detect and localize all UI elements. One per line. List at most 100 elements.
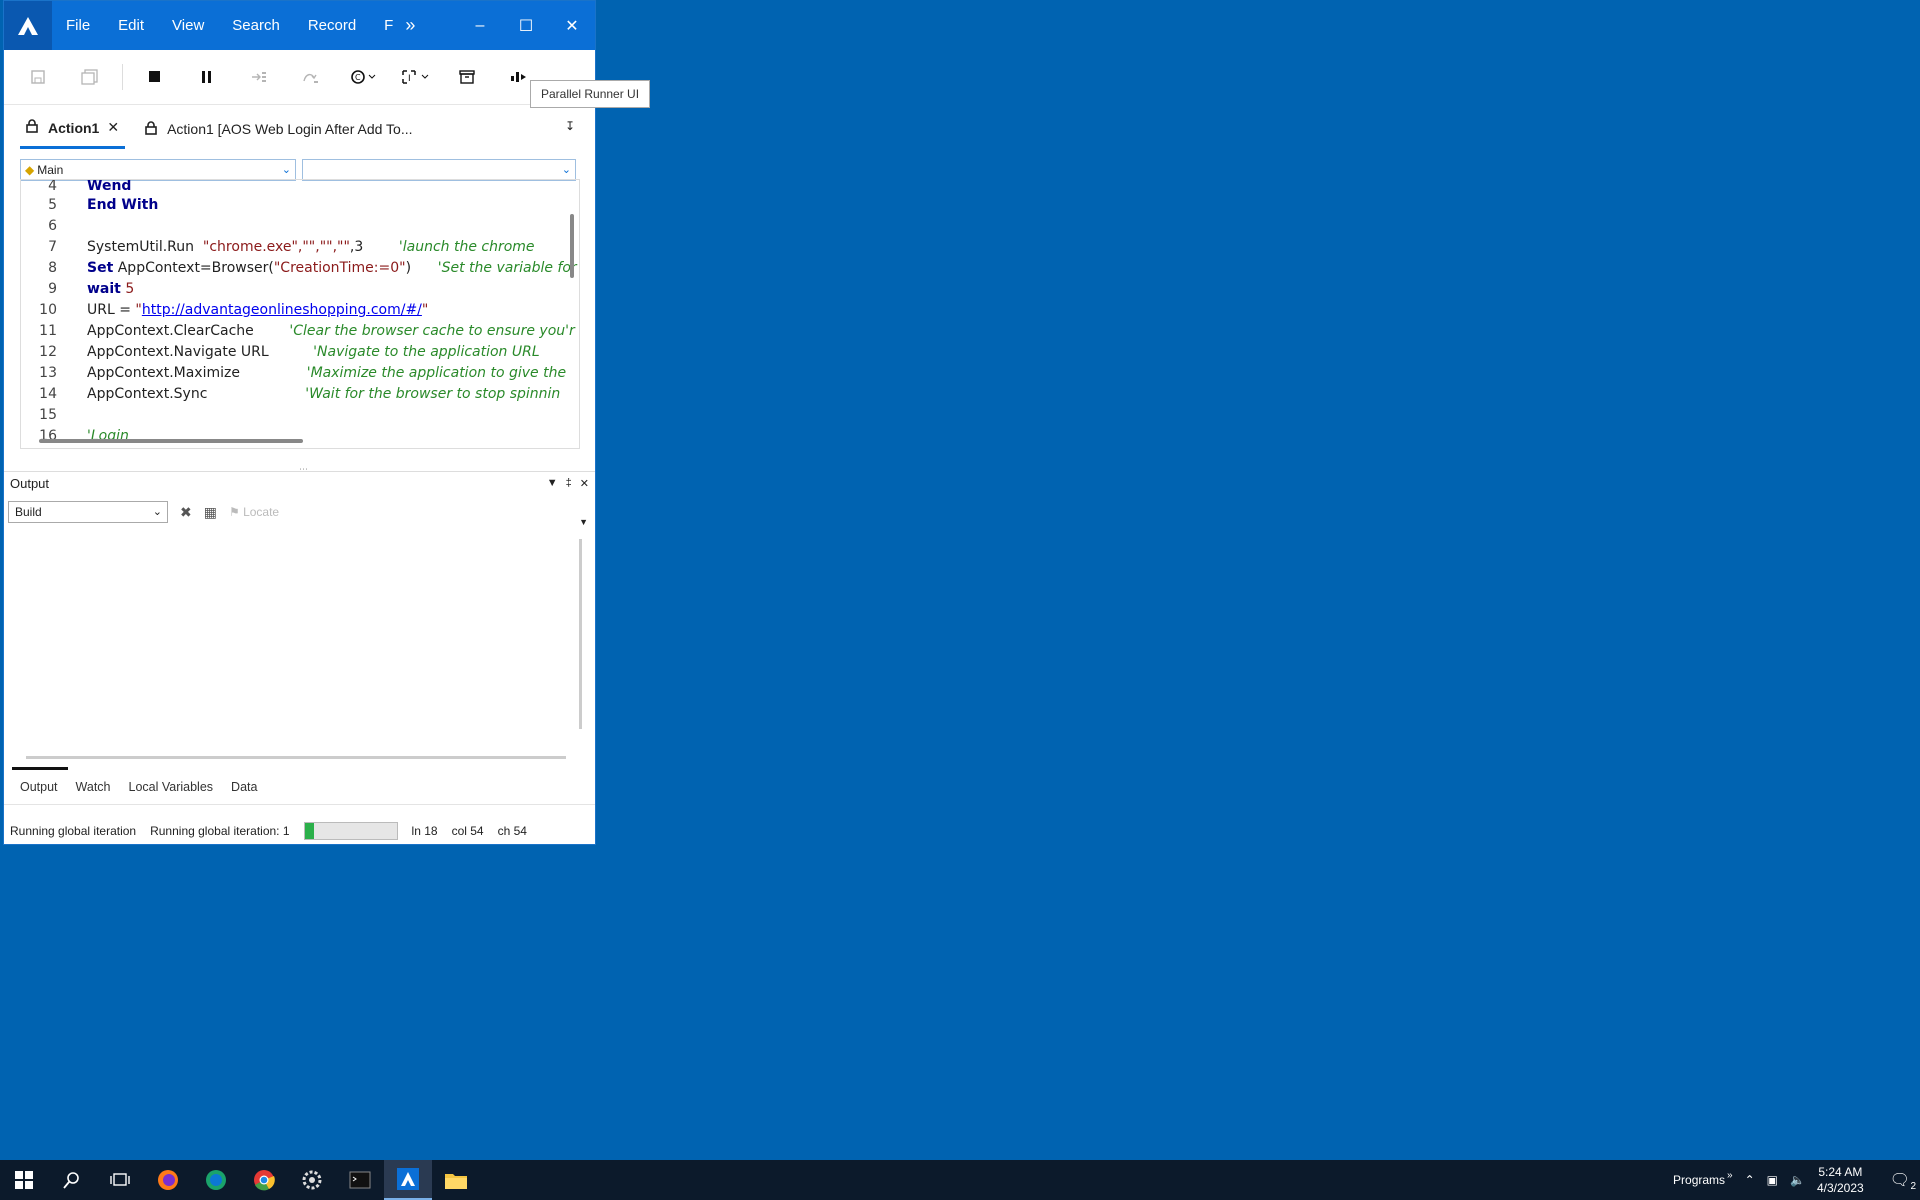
output-content[interactable]: ▼ — [8, 517, 588, 759]
close-pane-icon[interactable]: ✕ — [580, 477, 589, 490]
menu-record[interactable]: Record — [294, 17, 370, 34]
chevron-down-icon: ⌄ — [152, 506, 162, 518]
scope-select[interactable]: ◆ Main ⌄ — [20, 159, 296, 181]
line-number: 12 — [39, 344, 57, 360]
menu-overflow-icon[interactable]: » — [395, 15, 425, 36]
tab-watch[interactable]: Watch — [68, 780, 121, 804]
start-icon[interactable] — [0, 1160, 48, 1200]
menu-view[interactable]: View — [158, 17, 218, 34]
chevron-down-icon: ⌄ — [281, 164, 291, 176]
archive-icon[interactable] — [447, 59, 487, 95]
maximize-icon[interactable]: ☐ — [503, 1, 549, 50]
svg-text:I: I — [408, 74, 411, 84]
tab-label: Action1 [AOS Web Login After Add To... — [167, 121, 413, 137]
line-number: 11 — [39, 323, 57, 339]
output-filter-select[interactable]: Build ⌄ — [8, 501, 168, 523]
tabs-overflow-icon[interactable]: ↧ — [565, 119, 575, 133]
line-number: 15 — [39, 407, 57, 423]
tab-close-icon[interactable]: ✕ — [107, 119, 119, 136]
line-number: 10 — [39, 302, 57, 318]
clock-date: 4/3/2023 — [1816, 1181, 1864, 1195]
status-bar: Running global iteration Running global … — [4, 817, 595, 845]
status-line: ln 18 — [411, 824, 438, 838]
task-view-icon[interactable] — [96, 1160, 144, 1200]
pane-menu-icon[interactable]: ▼ — [547, 477, 558, 490]
code-line: AppContext.Navigate URL 'Navigate to the… — [87, 344, 540, 360]
code-line: URL = "http://advantageonlineshopping.co… — [87, 302, 429, 318]
code-line: SystemUtil.Run "chrome.exe","","","",3 '… — [87, 239, 535, 255]
minimize-icon[interactable]: – — [457, 1, 503, 50]
code-line: AppContext.ClearCache 'Clear the browser… — [87, 323, 575, 339]
output-title: Output — [10, 476, 50, 491]
app-logo-icon[interactable] — [4, 1, 52, 50]
save-icon[interactable] — [18, 59, 58, 95]
menu-search[interactable]: Search — [218, 17, 294, 34]
status-iteration: Running global iteration: 1 — [150, 824, 290, 838]
pin-icon[interactable]: ‡ — [566, 477, 572, 490]
status-message: Running global iteration — [10, 824, 137, 838]
editor-horizontal-scrollbar[interactable] — [39, 439, 303, 443]
procedure-select[interactable]: ⌄ — [302, 159, 576, 181]
output-horizontal-scrollbar[interactable] — [26, 756, 566, 759]
uft-taskbar-icon[interactable] — [384, 1160, 432, 1200]
status-char: ch 54 — [497, 824, 527, 838]
menu-file[interactable]: File — [52, 17, 104, 34]
search-icon[interactable] — [48, 1160, 96, 1200]
chevron-down-icon: ⌄ — [561, 164, 571, 176]
programs-toolbar[interactable]: Programs — [1673, 1173, 1725, 1187]
output-vertical-scrollbar[interactable] — [579, 539, 582, 729]
scope-value: Main — [37, 163, 64, 177]
menu-truncated[interactable]: F — [370, 17, 395, 34]
code-line: wait 5 — [87, 281, 135, 297]
stop-icon[interactable] — [135, 59, 175, 95]
step-over-icon[interactable] — [291, 59, 331, 95]
tab-local-variables[interactable]: Local Variables — [121, 780, 224, 804]
bottom-pane-tabs: Output Watch Local Variables Data — [4, 765, 595, 805]
notifications-icon[interactable]: 🗨 2 — [1890, 1170, 1916, 1192]
firefox-icon[interactable] — [144, 1160, 192, 1200]
notification-count: 2 — [1910, 1181, 1916, 1192]
settings-icon[interactable] — [288, 1160, 336, 1200]
tab-action1-aos[interactable]: Action1 [AOS Web Login After Add To... — [139, 109, 418, 149]
show-hidden-icons-icon[interactable]: ⌃ — [1745, 1173, 1755, 1187]
line-number: 7 — [48, 239, 57, 255]
close-icon[interactable]: ✕ — [549, 1, 595, 50]
toolbar: C I — [4, 50, 595, 105]
clock[interactable]: 5:24 AM 4/3/2023 — [1817, 1164, 1864, 1196]
spy-dropdown-icon[interactable]: I — [395, 59, 435, 95]
lock-icon — [26, 119, 38, 136]
tab-data[interactable]: Data — [223, 780, 267, 804]
terminal-icon[interactable] — [336, 1160, 384, 1200]
programs-expand-icon[interactable]: » — [1727, 1170, 1733, 1181]
edge-icon[interactable] — [192, 1160, 240, 1200]
output-filter-value: Build — [15, 505, 42, 519]
pause-icon[interactable] — [187, 59, 227, 95]
step-into-icon[interactable] — [239, 59, 279, 95]
clear-output-icon[interactable]: ✖ — [180, 504, 192, 521]
locate-button[interactable]: ⚑ Locate — [229, 505, 279, 519]
code-editor[interactable]: 4 Wend 5 End With 6 7 SystemUtil.Run "ch… — [20, 179, 580, 449]
chrome-icon[interactable] — [240, 1160, 288, 1200]
clock-time: 5:24 AM — [1818, 1165, 1863, 1179]
code-line: Set AppContext=Browser("CreationTime:=0"… — [87, 260, 577, 276]
file-explorer-icon[interactable] — [432, 1160, 480, 1200]
line-number: 4 — [48, 179, 57, 194]
title-bar: File Edit View Search Record F » – ☐ ✕ — [4, 1, 595, 50]
checkpoint-dropdown-icon[interactable]: C — [343, 59, 383, 95]
save-all-icon[interactable] — [70, 59, 110, 95]
volume-icon[interactable]: 🔈 — [1790, 1173, 1805, 1187]
editor-vertical-scrollbar[interactable] — [570, 214, 574, 278]
progress-fill — [304, 823, 314, 839]
line-number: 6 — [48, 218, 57, 234]
code-line: AppContext.Sync 'Wait for the browser to… — [87, 386, 561, 402]
network-icon[interactable]: ▣ — [1767, 1173, 1778, 1187]
window-controls: – ☐ ✕ — [457, 1, 595, 50]
menu-edit[interactable]: Edit — [104, 17, 158, 34]
tab-action1[interactable]: Action1 ✕ — [20, 109, 126, 149]
output-scroll-arrow-icon[interactable]: ▼ — [579, 517, 588, 527]
system-tray: Programs » ⌃ ▣ 🔈 5:24 AM 4/3/2023 🗨 2 — [1673, 1164, 1920, 1196]
lock-icon — [145, 120, 157, 138]
locate-label: Locate — [243, 505, 280, 519]
output-options-icon[interactable]: ▦ — [204, 504, 217, 521]
tab-output[interactable]: Output — [12, 767, 68, 804]
